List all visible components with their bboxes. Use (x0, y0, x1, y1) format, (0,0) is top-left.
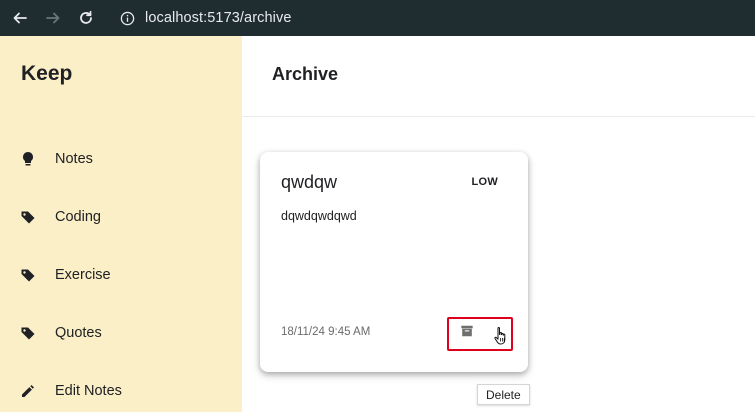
note-body: dqwdqwdqwd (281, 209, 357, 223)
back-button[interactable] (7, 5, 33, 31)
arrow-left-icon (13, 12, 27, 24)
note-card[interactable]: qwdqw LOW dqwdqwdqwd 18/11/24 9:45 AM (260, 152, 528, 372)
sidebar-item-exercise[interactable]: Exercise (0, 255, 242, 295)
sidebar-item-label: Quotes (55, 325, 102, 341)
note-title: qwdqw (281, 172, 338, 192)
pencil-icon (20, 383, 36, 399)
sidebar-item-notes[interactable]: Notes (0, 139, 242, 179)
lightbulb-icon (20, 151, 36, 167)
sidebar-item-quotes[interactable]: Quotes (0, 313, 242, 353)
arrow-right-icon (46, 12, 60, 24)
sidebar: Keep Notes Coding Exercise Quotes Edit N… (0, 36, 242, 412)
forward-button[interactable] (40, 5, 66, 31)
reload-button[interactable] (73, 5, 99, 31)
sidebar-item-edit-notes[interactable]: Edit Notes (0, 371, 242, 411)
page-title: Archive (272, 64, 339, 84)
reload-icon (80, 10, 92, 24)
label-icon (20, 325, 36, 341)
label-icon (20, 209, 36, 225)
archive-icon[interactable] (459, 323, 475, 339)
label-icon (20, 267, 36, 283)
main-content: Archive qwdqw LOW dqwdqwdqwd 18/11/24 9:… (242, 36, 755, 412)
sidebar-item-label: Exercise (55, 267, 111, 283)
note-date: 18/11/24 9:45 AM (281, 326, 371, 338)
address-bar[interactable]: localhost:5173/archive (111, 4, 751, 32)
sidebar-item-coding[interactable]: Coding (0, 197, 242, 237)
header-divider (242, 116, 755, 117)
url-text[interactable]: localhost:5173/archive (145, 10, 292, 26)
sidebar-item-label: Edit Notes (55, 383, 122, 399)
hand-cursor-icon (494, 327, 506, 345)
sidebar-item-label: Notes (55, 151, 93, 167)
delete-tooltip: Delete (477, 384, 530, 405)
info-icon[interactable] (117, 8, 137, 28)
app-logo: Keep (21, 62, 73, 85)
sidebar-item-label: Coding (55, 209, 101, 225)
priority-badge: LOW (471, 176, 498, 188)
browser-toolbar: localhost:5173/archive (0, 0, 755, 36)
